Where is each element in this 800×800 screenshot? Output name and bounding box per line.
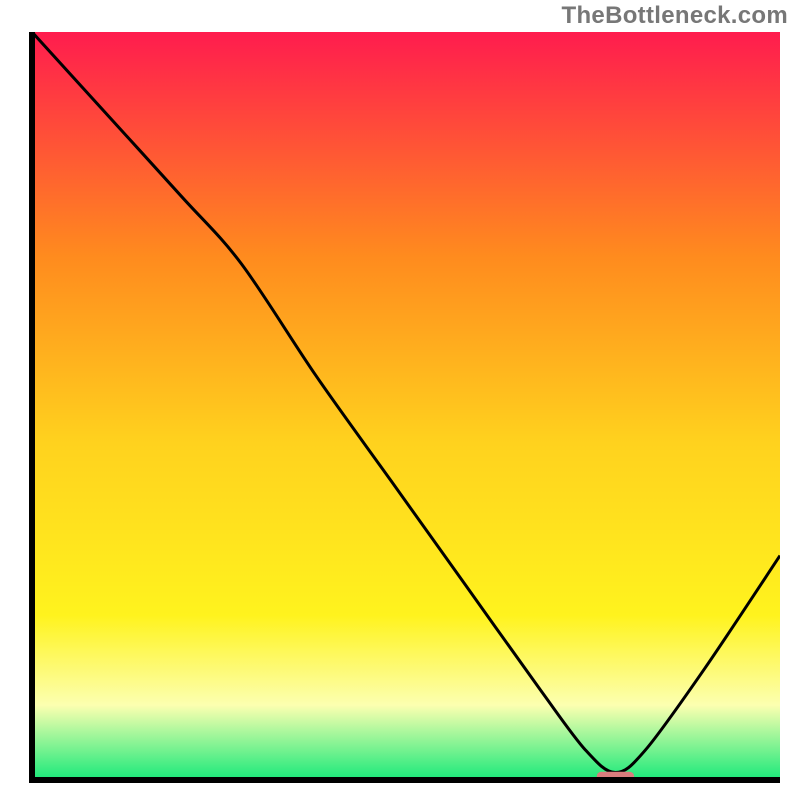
bottleneck-chart bbox=[0, 0, 800, 800]
chart-container: TheBottleneck.com bbox=[0, 0, 800, 800]
watermark-text: TheBottleneck.com bbox=[562, 2, 788, 30]
gradient-background bbox=[32, 32, 780, 780]
